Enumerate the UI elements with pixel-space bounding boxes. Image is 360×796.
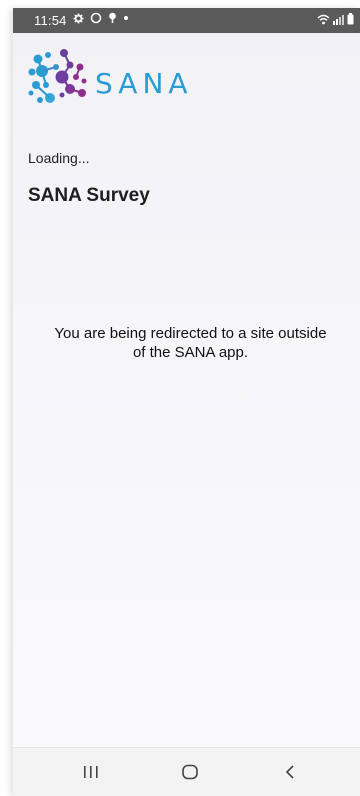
app-header: SANA: [13, 33, 360, 128]
brand-name: SANA: [95, 67, 193, 100]
page-title: SANA Survey: [28, 185, 150, 206]
status-bar: 11:54: [13, 8, 360, 33]
recent-apps-icon: [84, 766, 98, 778]
status-time: 11:54: [34, 13, 67, 28]
settings-icon: [73, 12, 84, 24]
navigation-bar: [13, 747, 360, 796]
home-icon: [182, 764, 198, 780]
battery-icon: [347, 13, 354, 25]
screen: 11:54 SANA Loading... SANA Survey You ar…: [0, 0, 360, 796]
dot-icon: [123, 15, 129, 21]
signal-icon: [333, 14, 344, 25]
loading-text: Loading...: [28, 150, 90, 166]
back-icon: [285, 765, 294, 779]
back-button[interactable]: [276, 760, 304, 784]
recent-apps-button[interactable]: [77, 760, 105, 784]
home-button[interactable]: [176, 760, 204, 784]
circle-icon: [90, 12, 102, 24]
redirect-message: You are being redirected to a site outsi…: [54, 325, 327, 361]
wifi-icon: [317, 14, 330, 25]
app-window: 11:54 SANA Loading... SANA Survey You ar…: [13, 8, 360, 796]
status-notification-icons: [73, 12, 129, 24]
pin-icon: [108, 12, 117, 24]
sana-logo-icon: [28, 49, 87, 103]
status-system-icons: [317, 13, 354, 25]
